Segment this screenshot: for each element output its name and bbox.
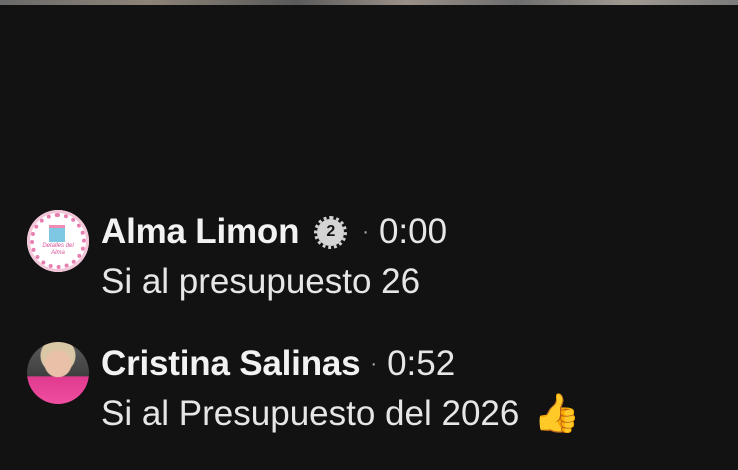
comment-text: Si al Presupuesto del 2026 👍 [101,394,581,434]
avatar[interactable]: Detalles del Alma [27,210,89,272]
comment-message: Si al presupuesto 26 [101,262,421,301]
comment-text: Si al presupuesto 26 [101,262,447,302]
comment-header: Alma Limon 2 · 0:00 [101,210,447,254]
top-fan-badge-icon: 2 [314,215,348,249]
comment-item: Cristina Salinas · 0:52 Si al Presupuest… [27,342,581,434]
live-comments-screen: Detalles del Alma Alma Limon 2 · 0:00 Si… [0,0,738,470]
separator-dot: · [362,220,369,243]
badge-number: 2 [326,223,336,240]
comment-body: Alma Limon 2 · 0:00 Si al presupuesto 26 [101,210,447,302]
comment-item: Detalles del Alma Alma Limon 2 · 0:00 Si… [27,210,447,302]
commenter-name[interactable]: Cristina Salinas [101,344,361,384]
comment-timestamp[interactable]: 0:00 [379,212,447,252]
comment-timestamp[interactable]: 0:52 [387,344,455,384]
separator-dot: · [370,352,378,375]
comment-header: Cristina Salinas · 0:52 [101,342,581,386]
gift-icon [49,225,65,242]
avatar-logo-text: Detalles del Alma [42,243,74,256]
video-preview-strip [0,0,738,5]
thumbs-up-icon: 👍 [533,393,581,435]
comment-message: Si al Presupuesto del 2026 [101,394,520,433]
avatar[interactable] [27,342,89,404]
commenter-name[interactable]: Alma Limon [101,212,299,252]
comment-body: Cristina Salinas · 0:52 Si al Presupuest… [101,342,581,434]
